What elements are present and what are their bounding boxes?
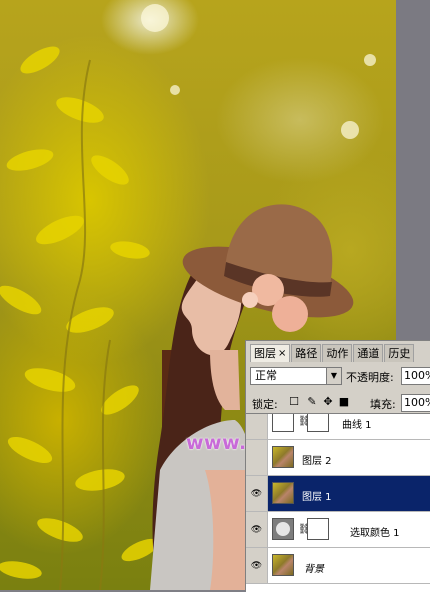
canvas-background-area (396, 0, 430, 340)
layer-mask-thumbnail (307, 414, 329, 432)
layer-name: 背景 (304, 564, 324, 575)
opacity-label: 不透明度: (346, 371, 394, 384)
eye-icon[interactable]: 👁 (246, 512, 268, 547)
lock-brush-icon[interactable]: ✎ (306, 396, 318, 408)
eye-icon[interactable]: 👁 (246, 476, 268, 511)
lock-fill-row: 锁定: ☐ ✎ ✥ ■ 填充: 100% (250, 393, 430, 413)
curves-adjustment-icon (272, 414, 294, 432)
layer-name: 曲线 1 (342, 420, 372, 431)
layers-list: ⛓ 曲线 1 图层 2 👁 图层 1 👁 ⛓ 选取颜色 1 👁 背景 (246, 413, 430, 592)
tab-actions[interactable]: 动作 (322, 344, 353, 362)
lock-label: 锁定: (252, 398, 278, 411)
layer-thumbnail (272, 446, 294, 468)
layer-thumbnail (272, 482, 294, 504)
layer-mask-thumbnail (307, 518, 329, 540)
lock-all-icon[interactable]: ■ (338, 396, 350, 408)
layer-row-selective-color[interactable]: 👁 ⛓ 选取颜色 1 (246, 512, 430, 548)
tab-actions-label: 动作 (326, 347, 349, 360)
layer-name: 图层 1 (302, 492, 332, 503)
layer-name: 图层 2 (302, 456, 332, 467)
tab-paths-label: 路径 (295, 347, 318, 360)
eye-icon[interactable]: 👁 (246, 548, 268, 583)
tab-paths[interactable]: 路径 (291, 344, 322, 362)
layer-name: 选取颜色 1 (350, 528, 400, 539)
tab-layers[interactable]: 图层 × (250, 344, 291, 362)
tab-channels-label: 通道 (357, 347, 380, 360)
blend-mode-value: 正常 (255, 369, 277, 382)
layer-thumbnail (272, 554, 294, 576)
layer-row-curves[interactable]: ⛓ 曲线 1 (246, 414, 430, 440)
visibility-toggle[interactable] (246, 440, 268, 475)
lock-transparent-icon[interactable]: ☐ (288, 396, 300, 408)
selective-color-adjustment-icon (272, 518, 294, 540)
close-icon[interactable]: × (278, 345, 286, 362)
layer-row-background[interactable]: 👁 背景 (246, 548, 430, 584)
chevron-down-icon[interactable]: ▼ (326, 368, 341, 384)
layer-row-layer1[interactable]: 👁 图层 1 (246, 476, 430, 512)
tab-layers-label: 图层 (254, 347, 276, 360)
tab-history-label: 历史 (388, 347, 411, 360)
layer-row-layer2[interactable]: 图层 2 (246, 440, 430, 476)
panel-tabs: 图层 × 路径 动作 通道 历史 (250, 344, 415, 362)
blend-mode-select[interactable]: 正常 ▼ (250, 367, 342, 385)
fill-label: 填充: (370, 398, 396, 411)
lock-move-icon[interactable]: ✥ (322, 396, 334, 408)
opacity-input[interactable]: 100% (401, 367, 430, 385)
fill-input[interactable]: 100% (401, 394, 430, 412)
visibility-toggle[interactable] (246, 414, 268, 439)
tab-history[interactable]: 历史 (384, 344, 415, 362)
blend-opacity-row: 正常 ▼ 不透明度: 100% (250, 367, 430, 387)
tab-channels[interactable]: 通道 (353, 344, 384, 362)
layers-panel: 图层 × 路径 动作 通道 历史 正常 ▼ 不透明度: 100% 锁定: ☐ ✎… (245, 340, 430, 592)
